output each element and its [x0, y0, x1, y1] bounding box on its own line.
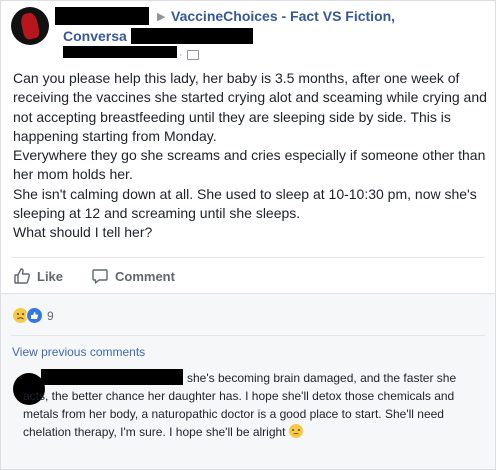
group-name-link-continued[interactable]: Conversa	[63, 28, 127, 44]
post-paragraph: Can you please help this lady, her baby …	[13, 70, 487, 144]
like-button[interactable]: Like	[13, 267, 63, 285]
like-reaction-icon	[26, 307, 43, 324]
reaction-count[interactable]: 9	[47, 309, 54, 323]
post-card: ▶ VaccineChoices - Fact VS Fiction, Conv…	[0, 0, 496, 470]
redacted-group-name	[131, 28, 253, 44]
redacted-timestamp	[63, 46, 177, 58]
redacted-author-name	[55, 7, 149, 25]
group-name-link[interactable]: VaccineChoices - Fact VS Fiction,	[171, 8, 395, 24]
reaction-summary[interactable]: 9	[12, 307, 54, 324]
post-body: Can you please help this lady, her baby …	[13, 69, 491, 243]
comment-button[interactable]: Comment	[91, 267, 175, 285]
comment-text: she's becoming brain damaged, and the fa…	[23, 371, 457, 439]
actions-divider-top	[11, 257, 485, 258]
worried-face-emoji-icon	[288, 424, 303, 438]
triangle-right-icon: ▶	[157, 11, 166, 23]
avatar-logo-shape	[19, 11, 41, 41]
group-privacy-icon	[187, 50, 199, 60]
group-avatar[interactable]	[11, 7, 49, 45]
view-previous-comments-link[interactable]: View previous comments	[12, 345, 145, 359]
speech-bubble-icon	[92, 269, 108, 284]
comments-divider	[11, 335, 485, 336]
comment-label: Comment	[115, 268, 175, 284]
post-paragraph: She isn't calming down at all. She used …	[13, 185, 477, 222]
like-label: Like	[37, 268, 64, 284]
post-paragraph: What should I tell her?	[13, 224, 153, 241]
post-paragraph: Everywhere they go she screams and cries…	[13, 147, 486, 183]
comment-item: she's becoming brain damaged, and the fa…	[23, 369, 473, 441]
reactions-divider	[1, 293, 495, 294]
thumbs-up-icon	[14, 268, 30, 284]
meta-separator: ·	[179, 49, 183, 61]
